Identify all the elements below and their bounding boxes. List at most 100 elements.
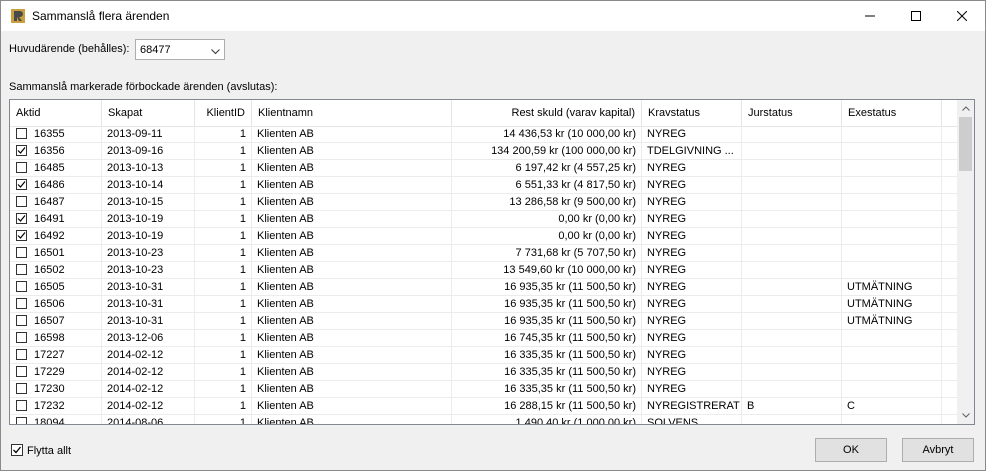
cell-rest: 134 200,59 kr (100 000,00 kr) — [452, 143, 642, 159]
cell-skapat: 2013-10-14 — [102, 177, 195, 193]
aktid-text: 16485 — [34, 162, 65, 174]
cancel-button[interactable]: Avbryt — [902, 438, 974, 462]
cell-klientid: 1 — [195, 347, 252, 363]
aktid-text: 17230 — [34, 383, 65, 395]
cell-krav: NYREG — [642, 279, 742, 295]
cell-skapat: 2013-10-23 — [102, 262, 195, 278]
cell-skapat: 2013-10-15 — [102, 194, 195, 210]
cell-klientnamn: Klienten AB — [252, 313, 452, 329]
window-title: Sammanslå flera ärenden — [32, 9, 170, 23]
table-row[interactable]: 17230 2014-02-12 1 Klienten AB 16 335,35 kr … — [10, 381, 957, 398]
scroll-up-button[interactable] — [957, 100, 974, 117]
cell-exe — [842, 143, 942, 159]
table-row[interactable]: 16501 2013-10-23 1 Klienten AB 7 731,68 kr (… — [10, 245, 957, 262]
checkmark-icon — [17, 215, 26, 222]
scroll-down-button[interactable] — [957, 407, 974, 424]
column-header-klientid[interactable]: KlientID — [195, 100, 252, 126]
table-row[interactable]: 16491 2013-10-19 1 Klienten AB 0,00 kr (0,00… — [10, 211, 957, 228]
row-checkbox[interactable] — [16, 349, 27, 360]
column-header-exestatus[interactable]: Exestatus — [842, 100, 942, 126]
row-checkbox[interactable] — [16, 179, 27, 190]
cell-krav: NYREG — [642, 228, 742, 244]
row-checkbox[interactable] — [16, 213, 27, 224]
cell-krav: TDELGIVNING ... — [642, 143, 742, 159]
cell-klientid: 1 — [195, 126, 252, 142]
table-row[interactable]: 16598 2013-12-06 1 Klienten AB 16 745,35 kr … — [10, 330, 957, 347]
cell-aktid: 16507 — [10, 313, 102, 329]
row-checkbox[interactable] — [16, 145, 27, 156]
column-header-rest-skuld[interactable]: Rest skuld (varav kapital) — [452, 100, 642, 126]
row-checkbox[interactable] — [16, 332, 27, 343]
cell-jur — [742, 415, 842, 424]
cell-klientnamn: Klienten AB — [252, 347, 452, 363]
row-checkbox[interactable] — [16, 230, 27, 241]
table-row[interactable]: 16507 2013-10-31 1 Klienten AB 16 935,35 kr … — [10, 313, 957, 330]
cell-rest: 16 288,15 kr (11 500,50 kr) — [452, 398, 642, 414]
checkmark-icon — [17, 232, 26, 239]
row-checkbox[interactable] — [16, 417, 27, 424]
row-checkbox[interactable] — [16, 366, 27, 377]
close-button[interactable] — [939, 1, 985, 31]
table-row[interactable]: 17227 2014-02-12 1 Klienten AB 16 335,35 kr … — [10, 347, 957, 364]
table-row[interactable]: 16502 2013-10-23 1 Klienten AB 13 549,60 kr … — [10, 262, 957, 279]
row-checkbox[interactable] — [16, 281, 27, 292]
close-icon — [957, 11, 967, 21]
table-row[interactable]: 16492 2013-10-19 1 Klienten AB 0,00 kr (0,00… — [10, 228, 957, 245]
merge-cases-dialog: Sammanslå flera ärenden Huvudärende (beh… — [0, 0, 986, 471]
cell-jur — [742, 160, 842, 176]
main-case-select[interactable]: 68477 — [135, 39, 225, 60]
move-all-label: Flytta allt — [27, 445, 72, 457]
column-header-aktid[interactable]: Aktid — [10, 100, 102, 126]
column-header-jurstatus[interactable]: Jurstatus — [742, 100, 842, 126]
vertical-scrollbar[interactable] — [957, 100, 974, 424]
cell-krav: NYREG — [642, 313, 742, 329]
ok-button[interactable]: OK — [815, 438, 887, 462]
cell-klientnamn: Klienten AB — [252, 279, 452, 295]
cell-skapat: 2013-10-13 — [102, 160, 195, 176]
maximize-icon — [911, 11, 921, 21]
row-checkbox[interactable] — [16, 196, 27, 207]
table-row[interactable]: 16485 2013-10-13 1 Klienten AB 6 197,42 kr (… — [10, 160, 957, 177]
row-checkbox[interactable] — [16, 315, 27, 326]
cell-aktid: 16492 — [10, 228, 102, 244]
table-row[interactable]: 16487 2013-10-15 1 Klienten AB 13 286,58 kr … — [10, 194, 957, 211]
row-checkbox[interactable] — [16, 298, 27, 309]
cell-rest: 14 436,53 kr (10 000,00 kr) — [452, 126, 642, 142]
cell-exe — [842, 160, 942, 176]
column-header-klientnamn[interactable]: Klientnamn — [252, 100, 452, 126]
row-checkbox[interactable] — [16, 400, 27, 411]
aktid-text: 17232 — [34, 400, 65, 412]
table-row[interactable]: 18094 2014-08-06 1 Klienten AB 1 490,40 kr (… — [10, 415, 957, 424]
cell-klientnamn: Klienten AB — [252, 381, 452, 397]
row-checkbox[interactable] — [16, 162, 27, 173]
minimize-button[interactable] — [847, 1, 893, 31]
table-row[interactable]: 16356 2013-09-16 1 Klienten AB 134 200,59 kr… — [10, 143, 957, 160]
move-all-checkbox[interactable] — [11, 444, 23, 456]
cell-klientid: 1 — [195, 211, 252, 227]
scrollbar-thumb[interactable] — [959, 117, 972, 171]
cell-exe — [842, 194, 942, 210]
cell-aktid: 17227 — [10, 347, 102, 363]
table-row[interactable]: 17232 2014-02-12 1 Klienten AB 16 288,15 kr … — [10, 398, 957, 415]
row-checkbox[interactable] — [16, 128, 27, 139]
table-row[interactable]: 16486 2013-10-14 1 Klienten AB 6 551,33 kr (… — [10, 177, 957, 194]
cell-skapat: 2013-10-31 — [102, 313, 195, 329]
table-row[interactable]: 16505 2013-10-31 1 Klienten AB 16 935,35 kr … — [10, 279, 957, 296]
main-case-value: 68477 — [140, 44, 171, 56]
cell-krav: NYREG — [642, 194, 742, 210]
column-header-kravstatus[interactable]: Kravstatus — [642, 100, 742, 126]
maximize-button[interactable] — [893, 1, 939, 31]
row-checkbox[interactable] — [16, 247, 27, 258]
cell-rest: 6 551,33 kr (4 817,50 kr) — [452, 177, 642, 193]
cell-klientnamn: Klienten AB — [252, 398, 452, 414]
column-header-skapat[interactable]: Skapat — [102, 100, 195, 126]
aktid-text: 16492 — [34, 230, 65, 242]
table-row[interactable]: 17229 2014-02-12 1 Klienten AB 16 335,35 kr … — [10, 364, 957, 381]
cell-rest: 16 935,35 kr (11 500,50 kr) — [452, 296, 642, 312]
row-checkbox[interactable] — [16, 383, 27, 394]
cell-rest: 16 335,35 kr (11 500,50 kr) — [452, 364, 642, 380]
table-row[interactable]: 16355 2013-09-11 1 Klienten AB 14 436,53 kr … — [10, 126, 957, 143]
row-checkbox[interactable] — [16, 264, 27, 275]
cell-exe — [842, 347, 942, 363]
table-row[interactable]: 16506 2013-10-31 1 Klienten AB 16 935,35 kr … — [10, 296, 957, 313]
